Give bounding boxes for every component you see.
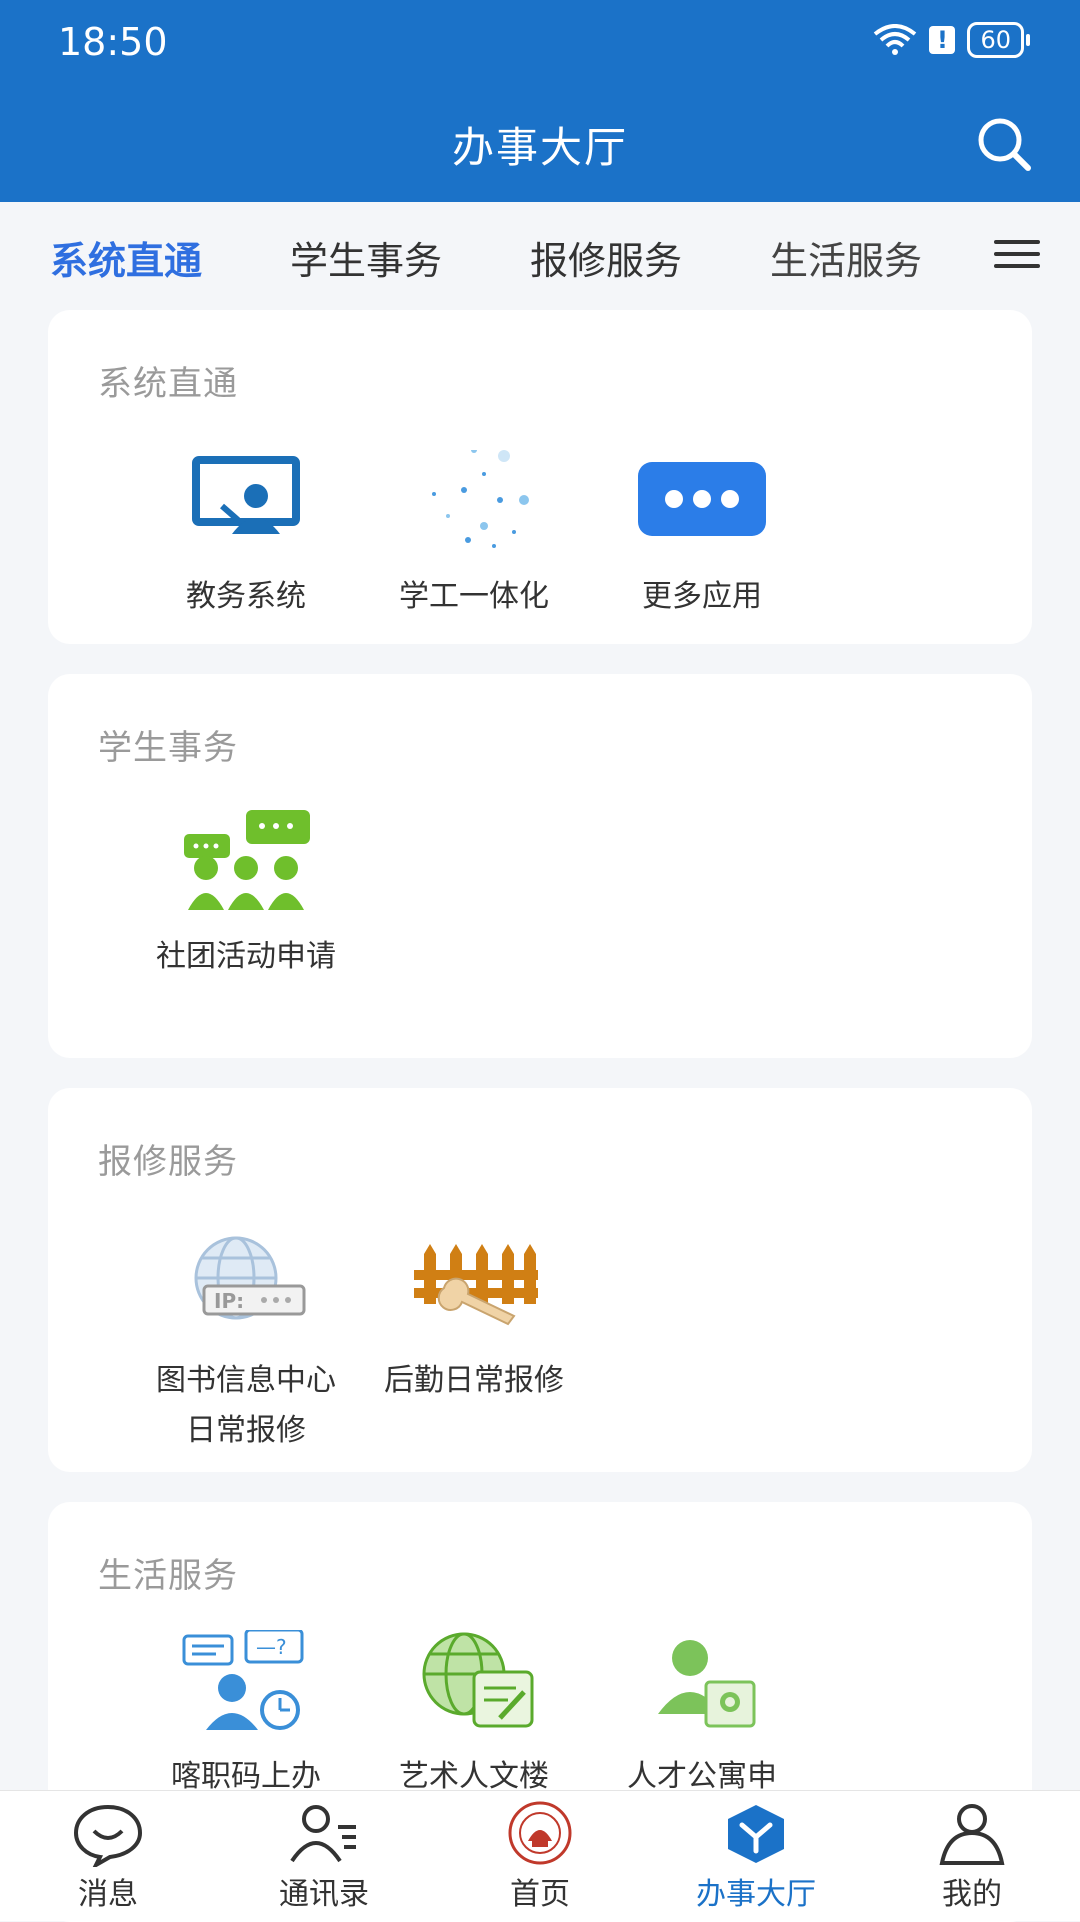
presentation-screen-icon <box>192 456 300 534</box>
search-icon[interactable] <box>974 114 1034 174</box>
person-icon <box>939 1804 1005 1865</box>
category-tabs: 系统直通 学生事务 报修服务 生活服务 <box>0 202 1080 306</box>
tab-student[interactable]: 学生事务 <box>290 230 442 285</box>
more-dots-icon <box>638 462 766 536</box>
tab-system[interactable]: 系统直通 <box>50 230 202 285</box>
status-icons: ! 60 <box>873 22 1030 58</box>
app-bar: 办事大厅 <box>0 84 1080 202</box>
tab-repair[interactable]: 报修服务 <box>530 230 682 285</box>
globe-ip-icon: IP: <box>194 1236 306 1320</box>
page-title: 办事大厅 <box>451 123 628 172</box>
nav-contacts[interactable]: 通讯录 <box>216 1801 432 1913</box>
globe-document-icon <box>422 1632 534 1728</box>
svg-text:—?: —? <box>256 1635 287 1659</box>
app-arts-building[interactable]: 艺术人文楼 <box>360 1630 588 1802</box>
app-club-activity[interactable]: 社团活动申请 <box>132 810 360 982</box>
nav-label: 消息 <box>78 1877 138 1912</box>
app-label: 学工一体化 <box>399 579 549 614</box>
status-time: 18:50 <box>58 20 168 64</box>
fence-wrench-icon <box>414 1244 538 1326</box>
nav-service-hall[interactable]: 办事大厅 <box>648 1801 864 1913</box>
app-library-repair[interactable]: IP: 图书信息中心日常报修 <box>132 1234 360 1456</box>
cube-icon <box>728 1805 784 1863</box>
nav-messages[interactable]: 消息 <box>0 1801 216 1913</box>
dots-cloud-icon <box>432 450 529 548</box>
app-label: 更多应用 <box>642 579 762 614</box>
section-student: 学生事务 社团活动申请 <box>48 674 1032 1058</box>
app-label: 社团活动申请 <box>156 939 336 974</box>
chat-bubble-icon <box>73 1804 143 1867</box>
status-bar: 18:50 ! 60 <box>0 0 1080 84</box>
section-title: 系统直通 <box>98 364 238 404</box>
section-title: 生活服务 <box>98 1556 238 1596</box>
school-emblem-icon <box>508 1801 572 1865</box>
app-more[interactable]: 更多应用 <box>588 450 816 622</box>
nav-label: 办事大厅 <box>696 1877 816 1912</box>
contacts-icon <box>290 1805 356 1863</box>
person-certificate-icon <box>658 1640 756 1728</box>
support-chat-clock-icon: —? <box>182 1630 304 1730</box>
app-label: 图书信息中心日常报修 <box>156 1363 336 1448</box>
app-label: 教务系统 <box>186 579 306 614</box>
section-title: 学生事务 <box>98 728 238 768</box>
nav-label: 我的 <box>942 1877 1002 1912</box>
section-title: 报修服务 <box>98 1142 238 1182</box>
app-logistics-repair[interactable]: 后勤日常报修 <box>360 1234 588 1406</box>
nav-profile[interactable]: 我的 <box>864 1801 1080 1913</box>
battery-indicator: 60 <box>967 22 1030 58</box>
app-talent-apartment[interactable]: 人才公寓申 <box>588 1630 816 1802</box>
tab-life[interactable]: 生活服务 <box>770 230 922 285</box>
app-student-work[interactable]: 学工一体化 <box>360 450 588 622</box>
wifi-icon <box>874 24 917 55</box>
nav-label: 首页 <box>510 1877 570 1912</box>
app-label: 后勤日常报修 <box>384 1363 564 1398</box>
bottom-nav: 消息 通讯录 首页 办事大厅 我的 <box>0 1790 1080 1921</box>
nav-home[interactable]: 首页 <box>432 1801 648 1913</box>
nav-label: 通讯录 <box>279 1877 369 1912</box>
app-kz-code[interactable]: —? 喀职码上办 <box>132 1630 360 1802</box>
app-academic-system[interactable]: 教务系统 <box>132 450 360 622</box>
section-system: 系统直通 教务系统 学工一体化 更多应用 <box>48 310 1032 644</box>
svg-text:IP:: IP: <box>214 1289 244 1313</box>
section-repair: 报修服务 IP: 图书信息中心日常报修 后勤日常报修 <box>48 1088 1032 1472</box>
group-chat-icon <box>184 810 310 910</box>
menu-icon[interactable] <box>994 240 1040 270</box>
alert-icon: ! <box>929 26 956 54</box>
